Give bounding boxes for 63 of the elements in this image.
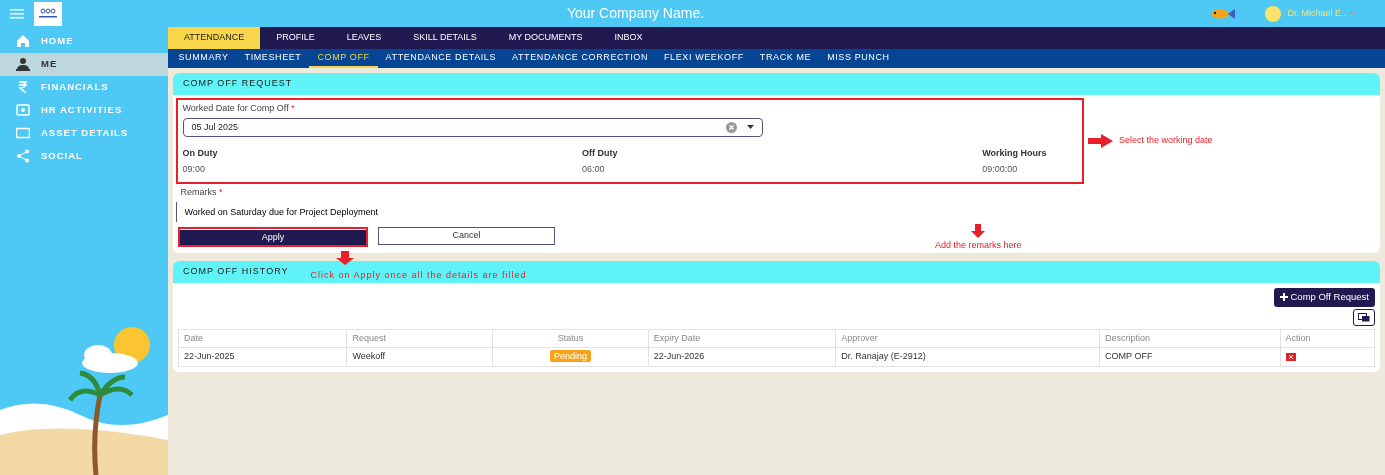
share-icon [16, 149, 30, 163]
annotation-text: Select the working date [1119, 133, 1213, 147]
monitor-icon [16, 126, 30, 140]
column-header: Date [178, 329, 347, 348]
id-card-icon [16, 103, 30, 117]
company-title: Your Company Name. [565, 4, 706, 23]
table-cell: Weekoff [352, 351, 386, 361]
column-header: Request [346, 329, 493, 348]
tab[interactable]: PROFILE [260, 27, 331, 49]
table-cell: 22-Jun-2025 [184, 351, 235, 361]
tab[interactable]: MISS PUNCH [819, 49, 898, 68]
tab[interactable]: COMP OFF [309, 49, 378, 68]
card-title: COMP OFF HISTORY [183, 264, 289, 278]
arrow-icon [335, 249, 355, 266]
field-value: 09:00 [182, 163, 207, 176]
status-badge: Pending [550, 350, 592, 362]
field-label: Working Hours [982, 147, 1047, 160]
column-header: Description [1099, 329, 1281, 348]
columns-toggle-button[interactable] [1353, 309, 1375, 326]
annotation-text: Click on Apply once all the details are filled [310, 268, 527, 282]
plus-icon [1280, 293, 1288, 301]
tab[interactable]: ATTENDANCE CORRECTION [504, 49, 656, 68]
tab[interactable]: ATTENDANCE DETAILS [377, 49, 505, 68]
clear-icon[interactable] [725, 122, 737, 133]
field-label: Off Duty [582, 147, 618, 160]
column-header: Action [1280, 329, 1375, 348]
field-value: 06:00 [582, 163, 606, 176]
tab[interactable]: FLEXI WEEKOFF [656, 49, 752, 68]
table-cell: 22-Jun-2026 [653, 351, 705, 361]
field-label: Worked Date for Comp Off * [182, 102, 296, 115]
column-header: Approver [835, 329, 1100, 348]
tab[interactable]: SUMMARY [170, 49, 237, 68]
cancel-button[interactable]: Cancel [378, 227, 555, 245]
field-label: Remarks * [179, 186, 224, 199]
rupee-icon [16, 80, 30, 94]
tab[interactable]: TIMESHEET [236, 49, 310, 68]
table-cell: COMP OFF [1105, 351, 1153, 361]
delete-icon[interactable] [1285, 352, 1296, 361]
fish-icon [1209, 7, 1235, 20]
tab[interactable]: MY DOCUMENTS [492, 27, 599, 49]
logo-icon [34, 1, 62, 26]
tab[interactable]: LEAVES [330, 27, 398, 49]
window-icon [1358, 313, 1370, 322]
new-request-button[interactable]: Comp Off Request [1274, 287, 1375, 307]
date-select[interactable]: 05 Jul 2025 [182, 118, 763, 137]
tab[interactable]: TRACK ME [751, 49, 820, 68]
tab[interactable]: INBOX [598, 27, 659, 49]
column-header: Status [492, 329, 649, 348]
person-icon [16, 57, 30, 71]
field-value: 09:00:00 [982, 163, 1019, 176]
arrow-icon [970, 223, 987, 239]
tab[interactable]: ATTENDANCE [168, 27, 261, 49]
arrow-icon [1086, 132, 1114, 149]
sidebar-item[interactable]: ME [0, 52, 168, 76]
apply-button[interactable]: Apply [180, 230, 366, 245]
tab[interactable]: SKILL DETAILS [397, 27, 493, 49]
field-label: On Duty [182, 147, 218, 160]
caret-icon[interactable] [746, 125, 754, 130]
card-title: COMP OFF REQUEST [173, 73, 1380, 95]
table-cell: Dr. Ranajay (E-2912) [841, 351, 926, 361]
annotation-text: Add the remarks here [935, 239, 1022, 252]
home-icon [16, 34, 30, 48]
column-header: Expiry Date [648, 329, 836, 348]
